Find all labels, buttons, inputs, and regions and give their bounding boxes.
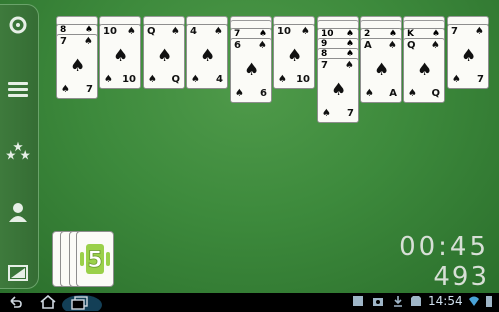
card-rank: 7 xyxy=(86,84,93,95)
menu-button[interactable] xyxy=(4,75,32,103)
card-rank: 7 xyxy=(60,36,67,47)
card-rank: 4 xyxy=(190,26,197,37)
card-rank: 10 xyxy=(103,26,117,37)
spade-icon: ♠ xyxy=(200,46,216,66)
hud: 00:45 493 xyxy=(399,232,489,292)
clock-text: 14:54 xyxy=(428,294,463,308)
spade-icon: ♠ xyxy=(365,88,374,99)
faceup-card[interactable]: Q ♠ ♠ ♠ Q xyxy=(143,24,185,89)
faceup-card[interactable]: 4 ♠ ♠ ♠ 4 xyxy=(186,24,228,89)
spade-icon: ♠ xyxy=(148,74,157,85)
faceup-card[interactable]: 10 ♠ ♠ ♠ 10 xyxy=(273,24,315,89)
spade-icon: ♠ xyxy=(214,26,223,37)
card-rank: A xyxy=(389,88,397,99)
card-rank: 10 xyxy=(122,74,136,85)
spade-icon: ♠ xyxy=(244,60,260,80)
theme-icon xyxy=(8,265,28,281)
spade-icon: ♠ xyxy=(191,74,200,85)
spade-icon: ♠ xyxy=(388,40,397,51)
card-rank: Q xyxy=(171,74,180,85)
home-icon[interactable] xyxy=(40,295,56,309)
card-rank: 7 xyxy=(451,26,458,37)
spade-icon: ♠ xyxy=(452,74,461,85)
spade-icon: ♠ xyxy=(408,88,417,99)
card-rank: 7 xyxy=(477,74,484,85)
deal-counter-icon: 5 xyxy=(80,244,110,274)
sdcard-icon xyxy=(411,296,421,306)
spade-icon: ♠ xyxy=(157,46,173,66)
faceup-card[interactable]: 7 ♠ ♠ ♠ 7 xyxy=(447,24,489,89)
faceup-card[interactable]: Q ♠ ♠ ♠ Q xyxy=(403,38,445,103)
refresh-icon xyxy=(9,16,27,34)
spade-icon: ♠ xyxy=(84,36,93,47)
spade-icon: ♠ xyxy=(461,46,477,66)
card-rank: 7 xyxy=(321,60,328,71)
spade-icon: ♠ xyxy=(301,26,310,37)
stock-card[interactable]: 5 xyxy=(76,231,114,287)
card-rank: 4 xyxy=(216,74,223,85)
card-rank: 6 xyxy=(234,40,241,51)
achievements-button[interactable] xyxy=(4,137,32,165)
sidebar xyxy=(0,4,39,289)
spade-icon: ♠ xyxy=(287,46,303,66)
spade-icon: ♠ xyxy=(104,74,113,85)
profile-icon xyxy=(9,203,27,222)
back-icon[interactable] xyxy=(8,295,22,309)
spade-icon: ♠ xyxy=(235,88,244,99)
faceup-card[interactable]: 10 ♠ ♠ ♠ 10 xyxy=(99,24,141,89)
card-rank: 10 xyxy=(277,26,291,37)
card-rank: Q xyxy=(407,40,416,51)
system-navbar: 14:54 xyxy=(0,293,499,312)
spade-icon: ♠ xyxy=(70,56,86,76)
camera-icon xyxy=(373,298,383,306)
score: 493 xyxy=(433,262,489,292)
gallery-icon xyxy=(353,296,363,306)
deals-left-text: 5 xyxy=(87,248,102,273)
spade-icon: ♠ xyxy=(258,40,267,51)
spade-icon: ♠ xyxy=(278,74,287,85)
card-rank: 7 xyxy=(347,108,354,119)
profile-button[interactable] xyxy=(4,198,32,226)
theme-button[interactable] xyxy=(4,259,32,287)
card-rank: Q xyxy=(147,26,156,37)
battery-icon xyxy=(486,296,492,307)
spade-icon: ♠ xyxy=(431,40,440,51)
spade-icon: ♠ xyxy=(475,26,484,37)
card-rank: 10 xyxy=(296,74,310,85)
faceup-card[interactable]: 6 ♠ ♠ ♠ 6 xyxy=(230,38,272,103)
menu-icon xyxy=(8,82,28,97)
faceup-card[interactable]: 7 ♠ ♠ ♠ 7 xyxy=(317,58,359,123)
card-rank: 6 xyxy=(260,88,267,99)
spade-icon: ♠ xyxy=(417,60,433,80)
spade-icon: ♠ xyxy=(113,46,129,66)
stars-icon xyxy=(6,141,30,160)
recent-apps-icon[interactable] xyxy=(62,293,102,311)
download-icon xyxy=(394,296,402,307)
refresh-button[interactable] xyxy=(4,11,32,39)
timer: 00:45 xyxy=(399,232,489,262)
spade-icon: ♠ xyxy=(345,60,354,71)
card-rank: Q xyxy=(431,88,440,99)
faceup-card[interactable]: 7 ♠ ♠ ♠ 7 xyxy=(56,34,98,99)
spade-icon: ♠ xyxy=(374,60,390,80)
wifi-icon xyxy=(469,296,479,306)
spade-icon: ♠ xyxy=(331,80,347,100)
spade-icon: ♠ xyxy=(171,26,180,37)
spade-icon: ♠ xyxy=(127,26,136,37)
spade-icon: ♠ xyxy=(322,108,331,119)
spade-icon: ♠ xyxy=(61,84,70,95)
card-rank: A xyxy=(364,40,372,51)
stock-pile[interactable]: 5 xyxy=(52,231,114,289)
faceup-card[interactable]: A ♠ ♠ ♠ A xyxy=(360,38,402,103)
